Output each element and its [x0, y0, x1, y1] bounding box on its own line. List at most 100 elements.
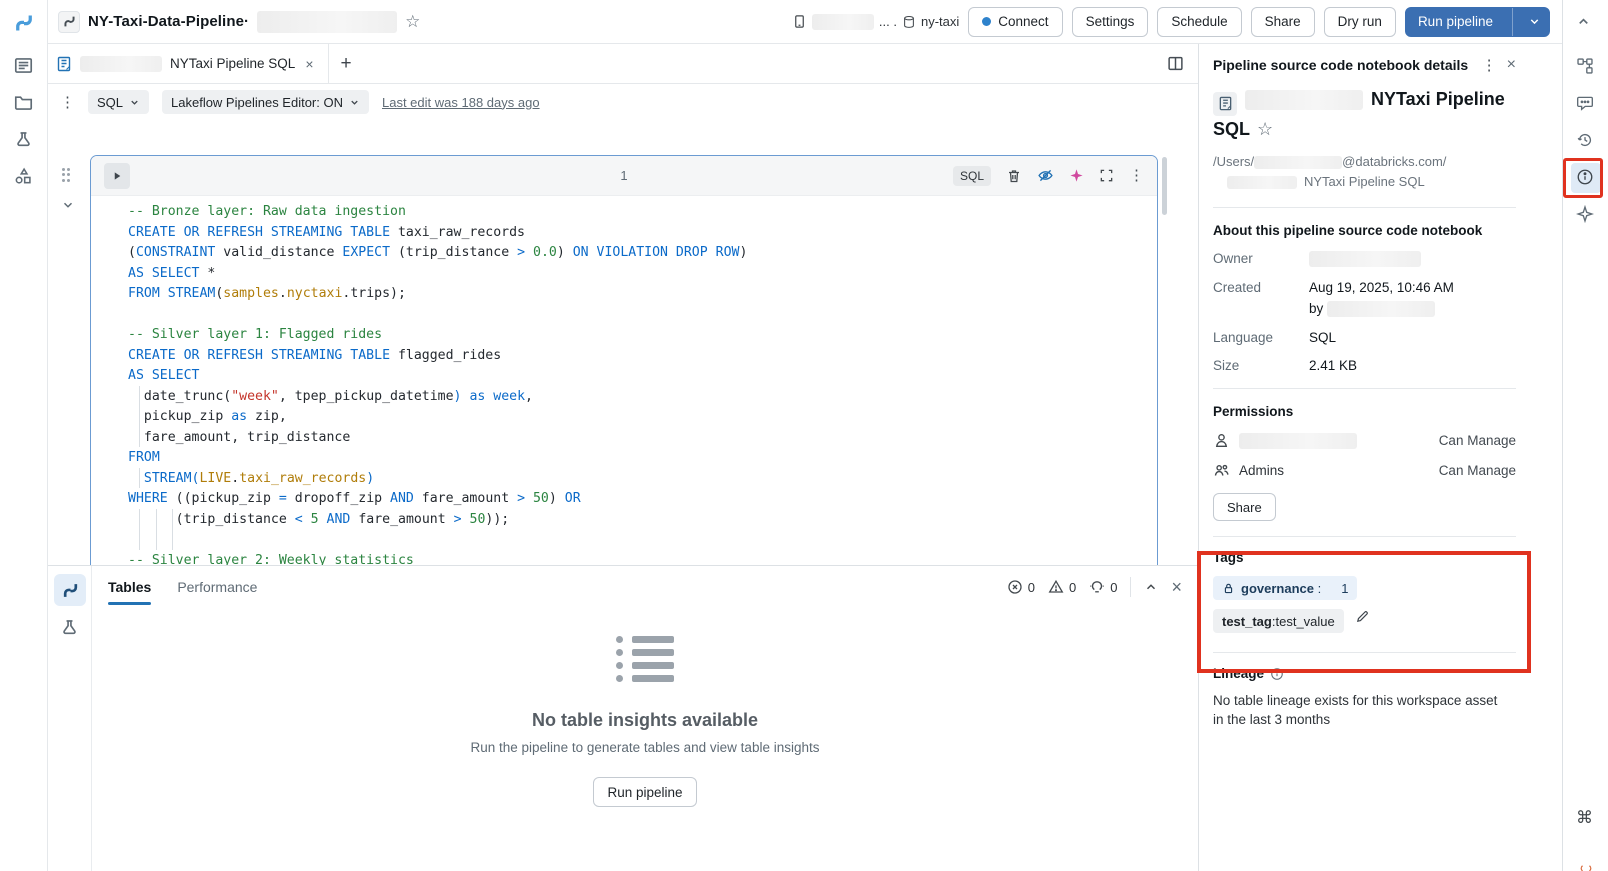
chevron-down-icon: [129, 97, 140, 108]
tab-tables[interactable]: Tables: [108, 566, 151, 608]
code-line[interactable]: -- Silver layer 2: Weekly statistics: [128, 551, 1157, 566]
experiments-flask-icon[interactable]: [14, 130, 34, 150]
redacted-context: [812, 14, 874, 30]
last-edit-link[interactable]: Last edit was 188 days ago: [382, 95, 540, 110]
error-counter[interactable]: 0: [1007, 579, 1035, 595]
close-panel-icon[interactable]: ×: [1171, 578, 1182, 596]
run-pipeline-button[interactable]: Run pipeline: [1405, 7, 1550, 37]
split-view-columns-icon[interactable]: [1167, 44, 1198, 83]
catalog-name: ny-taxi: [921, 14, 959, 29]
cell-language-badge[interactable]: SQL: [953, 166, 991, 186]
info-icon[interactable]: [1270, 667, 1284, 681]
code-line[interactable]: CREATE OR REFRESH STREAMING TABLE taxi_r…: [128, 223, 1157, 244]
editor-scrollbar[interactable]: [1162, 157, 1167, 215]
assistant-sparkle-outline-icon[interactable]: [1576, 205, 1596, 225]
collapse-panel-chevron-up-icon[interactable]: [1144, 580, 1158, 594]
code-line[interactable]: [128, 530, 1157, 551]
group-icon: [1213, 462, 1230, 479]
tab-performance[interactable]: Performance: [177, 566, 257, 608]
delete-cell-trash-icon[interactable]: [1006, 168, 1022, 184]
pipeline-graph-icon[interactable]: [1576, 57, 1596, 77]
permission-row-admins: Admins Can Manage: [1213, 462, 1516, 479]
cell-kebab-icon[interactable]: ⋮: [1129, 168, 1144, 183]
assistant-sparkle-icon[interactable]: [1069, 168, 1084, 183]
tab-close-icon[interactable]: ×: [303, 56, 315, 72]
top-header: NY-Taxi-Data-Pipeline· ☆ ... . ny-taxi C…: [48, 0, 1562, 44]
pipeline-panel-icon-selected[interactable]: [54, 574, 86, 606]
empty-state-title: No table insights available: [532, 710, 758, 731]
run-cell-button[interactable]: [104, 163, 130, 189]
details-header: Pipeline source code notebook details ⋮ …: [1213, 57, 1516, 73]
cell-drag-handle[interactable]: [62, 168, 72, 182]
tab-nytaxi-pipeline-sql[interactable]: NYTaxi Pipeline SQL ×: [48, 44, 329, 83]
code-line[interactable]: WHERE ((pickup_zip = dropoff_zip AND far…: [128, 489, 1157, 510]
suggestion-counter[interactable]: 0: [1089, 579, 1117, 595]
collapse-header-chevron-up-icon[interactable]: [1576, 14, 1596, 34]
divider: [1213, 536, 1516, 537]
run-options-chevron-down-icon[interactable]: [1520, 15, 1549, 28]
settings-button[interactable]: Settings: [1072, 7, 1149, 37]
code-line[interactable]: STREAM(LIVE.taxi_raw_records): [128, 469, 1157, 490]
details-close-icon[interactable]: ×: [1507, 57, 1516, 73]
folder-icon[interactable]: [14, 93, 34, 113]
favorite-star-icon[interactable]: ☆: [1257, 119, 1273, 139]
redacted-title-suffix: [257, 11, 397, 33]
code-line[interactable]: (trip_distance < 5 AND fare_amount > 50)…: [128, 510, 1157, 531]
indent-guide: [139, 468, 140, 488]
details-title: Pipeline source code notebook details: [1213, 57, 1472, 73]
info-panel-icon[interactable]: [1576, 168, 1596, 188]
code-line[interactable]: FROM STREAM(samples.nyctaxi.trips);: [128, 284, 1157, 305]
code-line[interactable]: date_trunc("week", tpep_pickup_datetime)…: [128, 387, 1157, 408]
tag-governance[interactable]: governance : 1: [1213, 576, 1357, 600]
code-line[interactable]: AS SELECT: [128, 366, 1157, 387]
language-select[interactable]: SQL: [88, 90, 149, 114]
assets-shapes-icon[interactable]: [14, 167, 34, 187]
comments-icon[interactable]: [1576, 94, 1596, 114]
warning-counter[interactable]: 0: [1048, 579, 1076, 595]
code-line[interactable]: [128, 305, 1157, 326]
add-tab-button[interactable]: +: [329, 44, 364, 83]
tag-test-tag[interactable]: test_tag:test_value: [1213, 609, 1344, 633]
workspace-list-icon[interactable]: [14, 56, 34, 76]
code-line[interactable]: -- Silver layer 1: Flagged rides: [128, 325, 1157, 346]
indent-guide: [139, 509, 140, 550]
permission-level: Can Manage: [1439, 433, 1516, 448]
favorite-star-icon[interactable]: ☆: [405, 13, 420, 30]
partial-help-icon[interactable]: [1579, 864, 1593, 871]
experiments-flask-icon[interactable]: [60, 618, 79, 637]
lineage-heading: Lineage: [1213, 666, 1516, 681]
user-icon: [1213, 432, 1230, 449]
share-button[interactable]: Share: [1251, 7, 1315, 37]
lineage-text: No table lineage exists for this workspa…: [1213, 691, 1503, 729]
code-area[interactable]: -- Bronze layer: Raw data ingestionCREAT…: [91, 196, 1157, 565]
code-line[interactable]: fare_amount, trip_distance: [128, 428, 1157, 449]
code-line[interactable]: (CONSTRAINT valid_distance EXPECT (trip_…: [128, 243, 1157, 264]
code-line[interactable]: FROM: [128, 448, 1157, 469]
hide-result-eye-off-icon[interactable]: [1037, 167, 1054, 184]
right-icon-rail: ⌘: [1562, 0, 1608, 871]
cell-collapse-chevron-down-icon[interactable]: [61, 198, 75, 212]
left-icon-rail: [0, 0, 48, 871]
keyboard-shortcuts-command-icon[interactable]: ⌘: [1576, 808, 1596, 828]
compute-context[interactable]: ... . ny-taxi: [792, 14, 959, 30]
run-pipeline-empty-button[interactable]: Run pipeline: [593, 777, 696, 807]
edit-tags-pencil-icon[interactable]: [1355, 609, 1370, 624]
toolbar-kebab-icon[interactable]: ⋮: [60, 95, 75, 110]
code-line[interactable]: AS SELECT *: [128, 264, 1157, 285]
pipelines-logo-icon[interactable]: [14, 13, 34, 33]
bottom-panel-rail: [48, 566, 92, 871]
editor-mode-select[interactable]: Lakeflow Pipelines Editor: ON: [162, 90, 369, 114]
code-line[interactable]: -- Bronze layer: Raw data ingestion: [128, 202, 1157, 223]
share-permissions-button[interactable]: Share: [1213, 493, 1276, 521]
code-line[interactable]: CREATE OR REFRESH STREAMING TABLE flagge…: [128, 346, 1157, 367]
schedule-button[interactable]: Schedule: [1157, 7, 1241, 37]
empty-state: No table insights available Run the pipe…: [92, 636, 1198, 807]
code-line[interactable]: pickup_zip as zip,: [128, 407, 1157, 428]
admins-label: Admins: [1239, 463, 1284, 478]
redacted-user: [1239, 433, 1357, 449]
details-kebab-icon[interactable]: ⋮: [1482, 58, 1497, 73]
connect-button[interactable]: Connect: [968, 7, 1062, 37]
fullscreen-icon[interactable]: [1099, 168, 1114, 183]
version-history-icon[interactable]: [1576, 131, 1596, 151]
dry-run-button[interactable]: Dry run: [1324, 7, 1396, 37]
